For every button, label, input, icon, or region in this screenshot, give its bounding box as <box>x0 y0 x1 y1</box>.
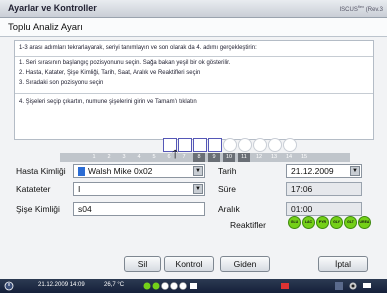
slot-empty[interactable] <box>268 138 282 152</box>
chevron-down-icon[interactable]: ▼ <box>193 184 203 194</box>
position-number: 15 <box>300 154 308 160</box>
vial-id-input[interactable]: s04 <box>73 202 205 216</box>
patient-color-swatch <box>78 167 85 176</box>
position-number: 9 <box>212 154 216 160</box>
instruction-step-2: 2. Hasta, Katater, Şişe Kimliği, Tarih, … <box>19 70 201 76</box>
instruction-step-3: 3. Sıradaki son pozisyonu seçin <box>19 80 104 86</box>
position-number: 8 <box>197 154 201 160</box>
reagent-badge[interactable]: LAC <box>302 216 315 229</box>
current-position-arrow-icon: 🡑 <box>172 147 179 161</box>
instruction-step-4: 4. Şişeleri seçip çıkartın, numune şişel… <box>19 99 197 105</box>
title-bar: Ayarlar ve Kontroller ISCUSflex (Rev.3 <box>0 0 387 18</box>
window-title: Ayarlar ve Kontroller <box>8 3 97 13</box>
catheter-label: Katateter <box>16 184 51 194</box>
slot-empty[interactable] <box>238 138 252 152</box>
reagent-badge[interactable]: GLY <box>330 216 343 229</box>
go-button[interactable]: Giden <box>220 256 270 272</box>
reagent-badge[interactable]: GLU <box>288 216 301 229</box>
slot-empty[interactable] <box>223 138 237 152</box>
monitor-icon[interactable] <box>362 281 372 291</box>
taskbar-datetime: 21.12.2009 14:09 <box>38 282 85 288</box>
taskbar-temperature: 26,7 °C <box>104 282 125 288</box>
subheader: Toplu Analiz Ayarı <box>0 18 387 37</box>
catheter-select[interactable]: I ▼ <box>73 182 205 196</box>
position-number: 10 <box>225 154 233 160</box>
status-lights-icon <box>143 282 197 290</box>
cancel-button[interactable]: İptal <box>318 256 368 272</box>
position-number: 2 <box>107 154 111 160</box>
position-number: 11 <box>241 154 247 160</box>
position-number: 14 <box>285 154 293 160</box>
reagent-badge[interactable]: GLT <box>344 216 357 229</box>
patient-select[interactable]: Walsh Mike 0x02 ▼ <box>73 164 205 178</box>
slot-empty[interactable] <box>253 138 267 152</box>
page-title: Toplu Analiz Ayarı <box>8 22 83 33</box>
reagent-badge[interactable]: UREA <box>358 216 371 229</box>
position-number: 3 <box>122 154 126 160</box>
position-number: 13 <box>270 154 278 160</box>
position-number: 7 <box>182 154 186 160</box>
interval-label: Aralık <box>218 204 240 214</box>
patient-label: Hasta Kimliği <box>16 166 66 176</box>
delete-button[interactable]: Sil <box>124 256 161 272</box>
main-window: Ayarlar ve Kontroller ISCUSflex (Rev.3 T… <box>0 0 387 293</box>
instructions-panel: 1-3 arası adımları tekrarlayarak, seriyi… <box>14 40 374 140</box>
info-icon[interactable] <box>334 281 344 291</box>
date-picker[interactable]: 21.12.2009 ▼ <box>286 164 362 178</box>
slot-selected[interactable] <box>208 138 222 152</box>
position-number: 1 <box>92 154 96 160</box>
slot-selected[interactable] <box>178 138 192 152</box>
reagent-badge[interactable]: PYR <box>316 216 329 229</box>
chevron-down-icon[interactable]: ▼ <box>193 166 203 176</box>
vial-label: Şişe Kimliği <box>16 204 60 214</box>
date-label: Tarih <box>218 166 237 176</box>
slot-selected[interactable] <box>193 138 207 152</box>
control-button[interactable]: Kontrol <box>164 256 214 272</box>
alarm-icon[interactable] <box>280 281 290 291</box>
instruction-step-1: 1. Seri sırasının başlangıç pozisyonunu … <box>19 60 231 66</box>
duration-field[interactable]: 17:06 <box>286 182 362 196</box>
taskbar: 21.12.2009 14:09 26,7 °C <box>0 279 387 293</box>
brand-label: ISCUSflex (Rev.3 <box>339 4 383 13</box>
instruction-intro: 1-3 arası adımları tekrarlayarak, seriyi… <box>19 45 257 51</box>
interval-field[interactable]: 01:00 <box>286 202 362 216</box>
position-number: 12 <box>255 154 263 160</box>
settings-icon[interactable] <box>348 281 358 291</box>
power-icon[interactable] <box>4 281 14 291</box>
slot-empty[interactable] <box>283 138 297 152</box>
chevron-down-icon[interactable]: ▼ <box>350 166 360 176</box>
batch-form: Hasta Kimliği Walsh Mike 0x02 ▼ Katateter… <box>16 164 372 248</box>
sample-position-rack: 1 2 3 4 5 6 7 8 9 10 11 12 13 14 15 <box>60 138 350 162</box>
button-row: Sil Kontrol Giden İptal <box>0 256 387 274</box>
position-number: 4 <box>137 154 141 160</box>
duration-label: Süre <box>218 184 236 194</box>
position-number: 5 <box>152 154 156 160</box>
reagents-label: Reaktifler <box>230 220 266 230</box>
divider <box>15 56 373 57</box>
divider <box>15 93 373 94</box>
